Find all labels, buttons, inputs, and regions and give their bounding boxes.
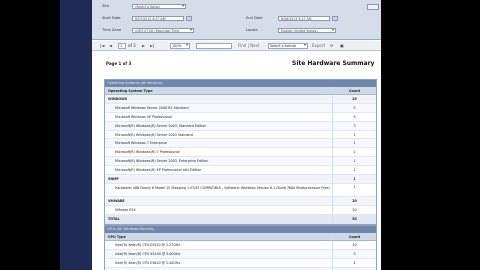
os-rows: WINDOWS 29 Microsoft Windows Server 2008 R… bbox=[105, 95, 376, 224]
cpu-column-header: CPU Type Count bbox=[105, 233, 376, 241]
start-date-input[interactable]: 6/27/2012 9:27 AM bbox=[132, 16, 184, 21]
row-name: Hardware: x86 Family 6 Model 15 Stepping… bbox=[115, 185, 330, 190]
page-number-input[interactable]: 1 bbox=[118, 43, 126, 49]
row-name: Intel(R) Xeon(R) CPU E5520 @ 2.27GHz bbox=[115, 243, 181, 247]
table-row: VMWARE 20 bbox=[105, 196, 376, 206]
table-row: SNMP 1 bbox=[105, 175, 376, 184]
row-count: 29 bbox=[332, 95, 376, 103]
row-count: 5 bbox=[332, 249, 376, 258]
end-calendar-icon[interactable] bbox=[332, 16, 338, 21]
row-count: 2 bbox=[332, 130, 376, 139]
cpu-section: CPUs (All Windows Devices) CPU Type Coun… bbox=[104, 225, 377, 270]
row-count: 3 bbox=[332, 121, 376, 130]
row-name: Microsoft(R) Windows(R) Server 2003 Stan… bbox=[115, 132, 193, 137]
table-row: Intel(R) Xeon(R) CPU X5450 @ 3.00GHz 5 bbox=[105, 249, 376, 259]
find-next-link[interactable]: Find | Next bbox=[238, 43, 259, 48]
row-count: 1 bbox=[332, 166, 376, 175]
table-row: Microsoft Windows 7 Enterprise 1 bbox=[105, 139, 376, 149]
previous-page-icon[interactable]: ◄ bbox=[109, 43, 112, 48]
table-row: Hardware: x86 Family 6 Model 15 Stepping… bbox=[105, 183, 376, 197]
table-row: Microsoft(R) Windows(R) Server 2003, Ent… bbox=[105, 157, 376, 167]
parameter-panel: Site (Select a Value) Start Date 6/27/20… bbox=[92, 0, 381, 40]
os-count-column: Count bbox=[332, 87, 376, 94]
row-name: Microsoft(R) Windows(R) XP Professional … bbox=[115, 168, 202, 173]
time-zone-select[interactable]: (GMT-07:00) Mountain Time bbox=[132, 28, 194, 33]
report-body: Page 1 of 3 Site Hardware Summary Operat… bbox=[92, 52, 381, 270]
table-row: VMware ESX 20 bbox=[105, 205, 376, 215]
find-input[interactable] bbox=[196, 43, 232, 49]
zoom-select[interactable]: 100% bbox=[170, 43, 190, 49]
refresh-icon[interactable]: ⟳ bbox=[330, 43, 333, 48]
site-label: Site bbox=[102, 4, 109, 8]
row-count: 1 bbox=[332, 175, 376, 183]
row-count: 2 bbox=[332, 148, 376, 157]
row-name: Intel(R) Xeon(R) CPU X5450 @ 3.00GHz bbox=[115, 251, 181, 256]
page-count-label: of 3 bbox=[128, 43, 136, 48]
print-icon[interactable]: ▣ bbox=[340, 43, 344, 48]
table-row: Microsoft Windows Server 2008 R2 Standar… bbox=[105, 103, 376, 113]
cpu-section-header: CPUs (All Windows Devices) bbox=[105, 226, 376, 233]
site-select[interactable]: (Select a Value) bbox=[132, 4, 186, 9]
os-section: Operating Systems (All Versions) Operati… bbox=[104, 79, 377, 225]
start-date-label: Start Date bbox=[102, 16, 121, 20]
os-type-column: Operating System Type bbox=[108, 89, 153, 93]
report-toolbar: |◄ ◄ 1 of 3 ► ►| 100% Find | Next Select… bbox=[92, 41, 381, 51]
row-count: 1 bbox=[332, 157, 376, 166]
table-row: Intel(R) Xeon(R) CPU E5620 @ 2.40GHz 4 bbox=[105, 258, 376, 268]
row-name: Intel(R) Xeon(R) CPU E5620 @ 2.40GHz bbox=[115, 260, 181, 265]
view-report-button[interactable] bbox=[367, 4, 379, 10]
row-name: TOTAL bbox=[108, 216, 120, 221]
table-row: Microsoft(R) Windows(R) Server 2003 Stan… bbox=[105, 130, 376, 140]
table-row: Intel(R) Xeon(R) CPU E5520 @ 2.27GHz 10 bbox=[105, 241, 376, 250]
table-row: Microsoft(R) Windows(R) XP Professional … bbox=[105, 166, 376, 176]
row-count: 9 bbox=[332, 112, 376, 121]
locale-select[interactable]: English (United States) bbox=[278, 28, 336, 33]
row-name: VMware ESX bbox=[115, 207, 136, 212]
locale-label: Locale bbox=[246, 28, 258, 32]
row-name: WINDOWS bbox=[108, 97, 128, 101]
export-link[interactable]: Export bbox=[312, 43, 325, 48]
row-count: 1 bbox=[332, 183, 376, 196]
start-calendar-icon[interactable] bbox=[186, 16, 192, 21]
end-date-label: End Date bbox=[246, 16, 263, 20]
row-count: 20 bbox=[332, 205, 376, 214]
table-row: TOTAL 50 bbox=[105, 214, 376, 224]
first-page-icon[interactable]: |◄ bbox=[100, 43, 104, 48]
row-count: 10 bbox=[332, 241, 376, 249]
table-row: Microsoft Windows XP Professional 9 bbox=[105, 112, 376, 122]
os-column-header: Operating System Type Count bbox=[105, 87, 376, 95]
row-count: 5 bbox=[332, 103, 376, 112]
export-format-select[interactable]: Select a format bbox=[268, 43, 308, 49]
time-zone-label: Time Zone bbox=[102, 28, 122, 32]
os-section-header: Operating Systems (All Versions) bbox=[105, 80, 376, 87]
next-page-icon[interactable]: ► bbox=[142, 43, 145, 48]
report-title: Site Hardware Summary bbox=[292, 60, 375, 67]
table-row: Microsoft(R) Windows(R) 7 Professional 2 bbox=[105, 148, 376, 158]
last-page-icon[interactable]: ►| bbox=[150, 43, 154, 48]
page-of-label: Page 1 of 3 bbox=[106, 61, 132, 66]
cpu-rows: Intel(R) Xeon(R) CPU E5520 @ 2.27GHz 10 In… bbox=[105, 241, 376, 270]
row-name: Microsoft(R) Windows(R) Server 2003, Sta… bbox=[115, 123, 207, 128]
row-count: 50 bbox=[332, 214, 376, 223]
row-name: Microsoft Windows XP Professional bbox=[115, 114, 172, 119]
row-name: SNMP bbox=[108, 177, 119, 182]
row-count: 20 bbox=[332, 196, 376, 205]
row-name: VMWARE bbox=[108, 198, 125, 203]
row-name: Microsoft(R) Windows(R) Server 2003, Ent… bbox=[115, 159, 209, 164]
row-name: Microsoft(R) Windows(R) 7 Professional bbox=[115, 150, 180, 155]
cpu-count-column: Count bbox=[332, 233, 376, 240]
table-row: WINDOWS 29 bbox=[105, 95, 376, 104]
cpu-type-column: CPU Type bbox=[108, 235, 126, 239]
row-count: 4 bbox=[332, 258, 376, 267]
row-name: Microsoft Windows Server 2008 R2 Standar… bbox=[115, 105, 189, 110]
end-date-input[interactable]: 6/28/2012 9:27 AM bbox=[278, 16, 330, 21]
row-name: Microsoft Windows 7 Enterprise bbox=[115, 141, 167, 146]
row-count: 1 bbox=[332, 139, 376, 148]
table-row: Microsoft(R) Windows(R) Server 2003, Sta… bbox=[105, 121, 376, 131]
report-viewer: Site (Select a Value) Start Date 6/27/20… bbox=[92, 0, 381, 270]
